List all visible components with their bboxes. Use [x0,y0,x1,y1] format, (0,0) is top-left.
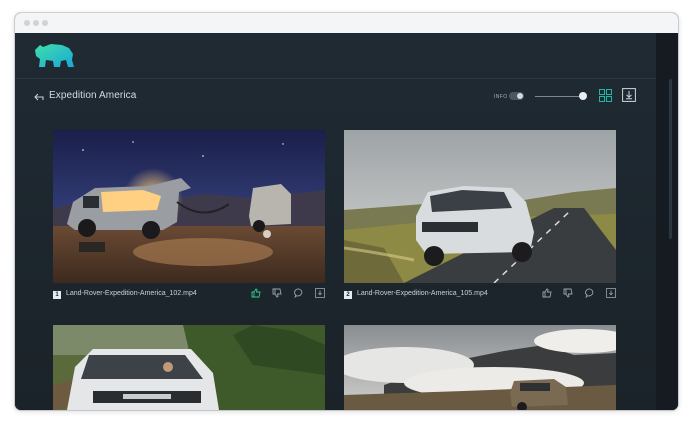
mountain-clouds-image [344,325,616,410]
scrollbar[interactable] [656,33,678,410]
asset-meta: 2 Land-Rover-Expedition-America_105.mp4 [344,286,616,306]
thumbs-down-icon[interactable] [272,288,282,298]
scrollbar-thumb[interactable] [669,79,672,239]
download-icon[interactable] [622,88,636,102]
asset-file-name[interactable]: Land-Rover-Expedition-America_105.mp4 [357,290,488,297]
thumbs-up-icon[interactable] [251,288,261,298]
video-thumbnail[interactable] [344,130,616,283]
road-drive-image [344,130,616,283]
download-icon[interactable] [606,288,616,298]
asset-index: 1 [53,291,61,299]
asset-actions [535,288,616,302]
thumbs-down-icon[interactable] [563,288,573,298]
asset-card[interactable] [344,325,616,410]
app-body: Expedition America INFO 1 Land-Rover-Exp… [15,33,678,410]
video-thumbnail[interactable] [53,325,325,410]
slider-thumb[interactable] [579,92,587,100]
asset-meta: 1 Land-Rover-Expedition-America_102.mp4 [53,286,325,306]
browser-window: Expedition America INFO 1 Land-Rover-Exp… [15,13,678,410]
video-thumbnail[interactable] [344,325,616,410]
grid-view-icon[interactable] [599,89,612,102]
download-icon[interactable] [315,288,325,298]
asset-actions [244,288,325,302]
bear-logo-icon[interactable] [31,39,77,71]
asset-card[interactable]: 1 Land-Rover-Expedition-America_102.mp4 [53,130,325,306]
info-toggle[interactable] [509,92,524,100]
window-dot [42,20,48,26]
thumbnail-size-slider[interactable] [535,96,583,97]
window-dot [24,20,30,26]
window-dot [33,20,39,26]
info-label: INFO [494,94,508,100]
asset-card[interactable] [53,325,325,410]
album-toolbar: Expedition America INFO [33,88,638,107]
back-arrow-icon[interactable] [33,91,45,103]
browser-chrome [15,13,678,34]
thumbs-up-icon[interactable] [542,288,552,298]
album-title: Expedition America [49,90,137,101]
night-camp-image [53,130,325,283]
video-thumbnail[interactable] [53,130,325,283]
comment-icon[interactable] [584,288,595,298]
asset-index: 2 [344,291,352,299]
top-bar [15,33,656,79]
asset-card[interactable]: 2 Land-Rover-Expedition-America_105.mp4 [344,130,616,306]
forest-offroad-image [53,325,325,410]
asset-file-name[interactable]: Land-Rover-Expedition-America_102.mp4 [66,290,197,297]
toggle-knob [517,93,523,99]
comment-icon[interactable] [293,288,304,298]
